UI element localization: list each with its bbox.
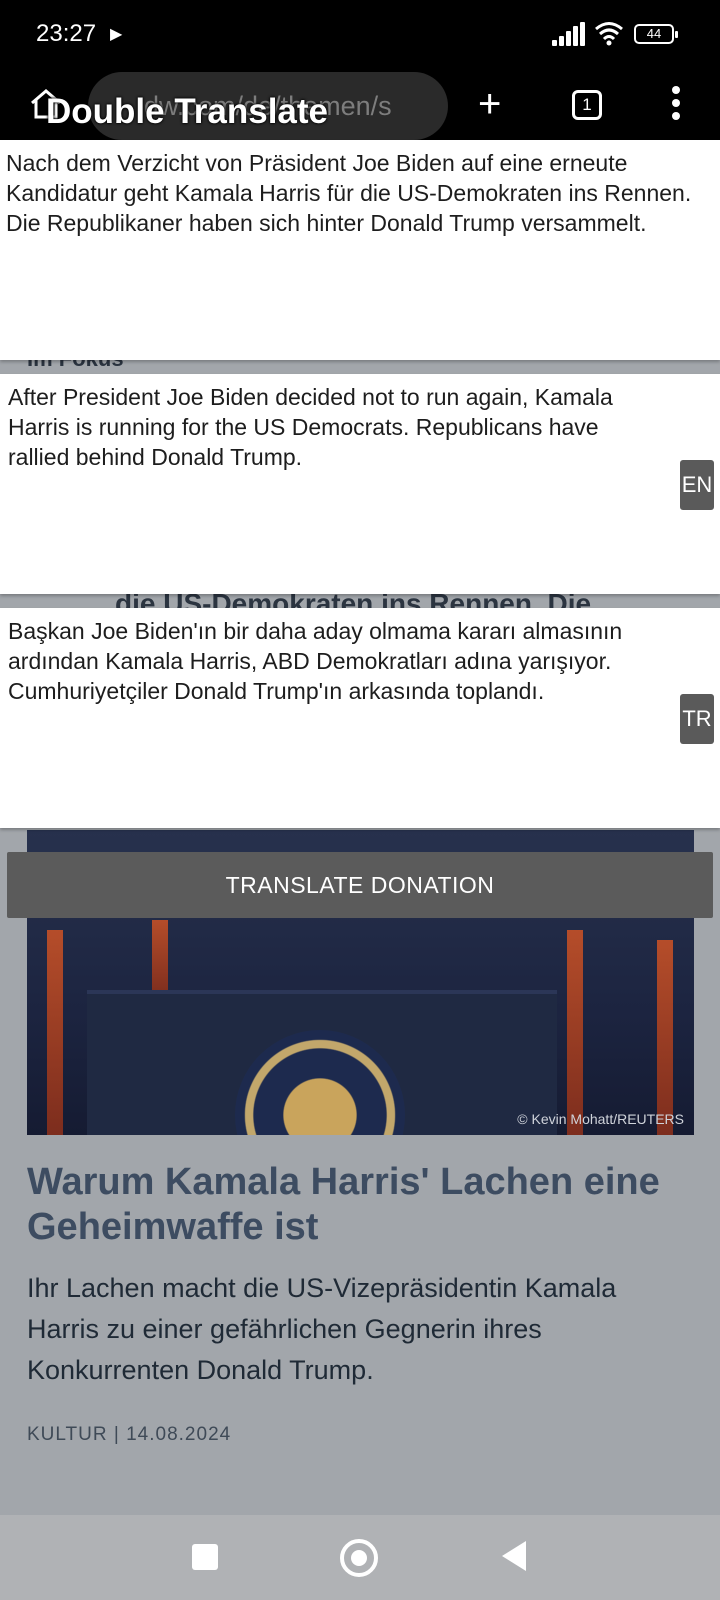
language-button-tr[interactable]: TR [680,694,714,744]
article-category: KULTUR [27,1424,108,1445]
wifi-icon [595,22,623,46]
overlay-title: Double Translate [46,92,329,131]
flag [657,940,673,1135]
new-tab-button[interactable]: + [478,84,501,124]
source-text-panel: Nach dem Verzicht von Präsident Joe Bide… [0,140,720,360]
photo-credit: © Kevin Mohatt/REUTERS [517,1111,684,1127]
back-button[interactable] [502,1541,526,1571]
language-button-en[interactable]: EN [680,460,714,510]
tab-switcher-button[interactable]: 1 [572,90,602,120]
article-teaser[interactable]: Ihr Lachen macht die US-Vizepräsidentin … [27,1268,694,1391]
recents-button[interactable] [192,1544,218,1570]
source-text: Nach dem Verzicht von Präsident Joe Bide… [6,150,692,236]
flag [47,930,63,1135]
translation-text: Başkan Joe Biden'ın bir daha aday olmama… [8,618,623,704]
home-button[interactable] [340,1539,378,1577]
article-headline[interactable]: Warum Kamala Harris' Lachen eine Geheimw… [27,1160,694,1250]
status-bar: 23:27 ▶ 44 [0,0,720,72]
meta-separator: | [113,1424,127,1445]
article-date: 14.08.2024 [126,1424,232,1445]
translation-panel-tr: Başkan Joe Biden'ın bir daha aday olmama… [0,608,720,828]
system-nav-bar [0,1515,720,1600]
signal-icon [552,22,586,46]
translate-donation-button[interactable]: TRANSLATE DONATION [7,852,713,918]
play-icon: ▶ [110,26,123,43]
battery-icon: 44 [634,24,678,44]
clock: 23:27 [36,20,97,47]
translation-panel-en: After President Joe Biden decided not to… [0,374,720,594]
article-meta: KULTUR | 14.08.2024 [27,1424,231,1446]
flag [567,930,583,1135]
menu-icon[interactable] [670,86,682,126]
translation-text: After President Joe Biden decided not to… [8,384,613,470]
flag [152,920,168,1000]
